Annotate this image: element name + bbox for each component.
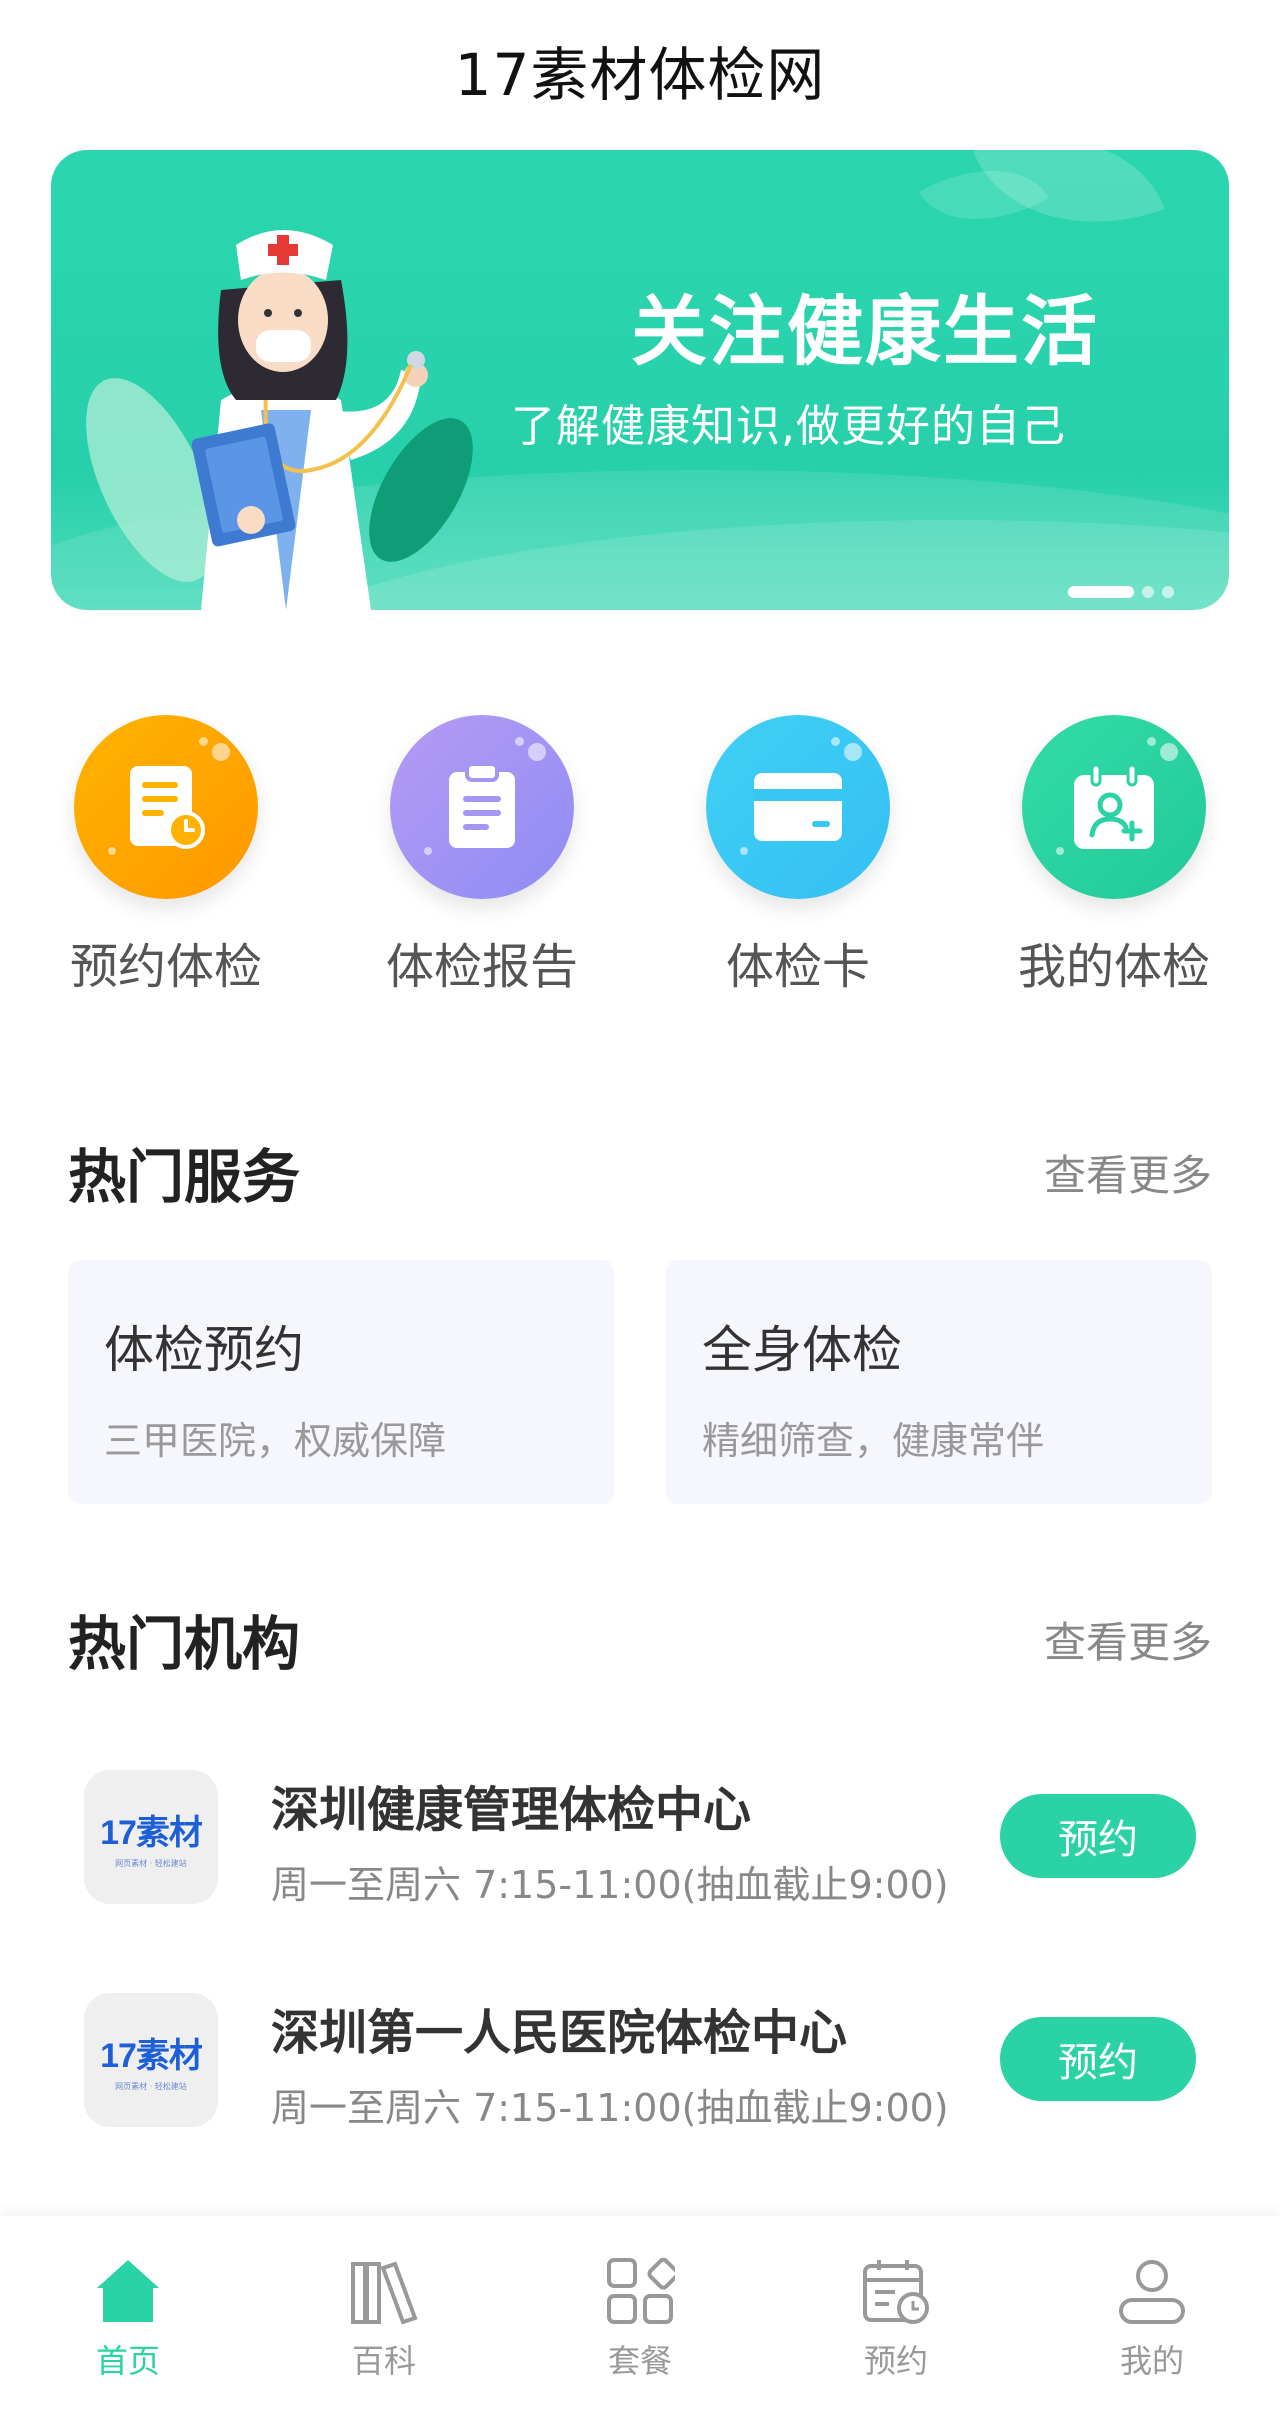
service-card-subtitle: 精细筛查，健康常伴 (702, 1419, 1045, 1463)
quick-action-circle (706, 715, 890, 899)
tab-label: 预约 (863, 2342, 928, 2380)
hot-orgs-header: 热门机构 查看更多 (68, 1597, 1212, 1681)
card-icon (754, 773, 842, 841)
tab-appointment[interactable]: 预约 (816, 2256, 976, 2382)
quick-action-circle (390, 715, 574, 899)
appointment-document-icon (130, 766, 205, 849)
service-card-title: 全身体检 (702, 1321, 902, 1379)
section-title: 热门机构 (68, 1610, 301, 1678)
banner-title: 关注健康生活 (631, 287, 1099, 376)
quick-actions: 预约体检 体检报告 体检卡 我的体检 (0, 715, 1280, 1015)
service-card-title: 体检预约 (104, 1321, 304, 1379)
section-title: 热门服务 (68, 1143, 301, 1211)
view-more-link[interactable]: 查看更多 (1044, 1609, 1212, 1670)
quick-action-label: 体检卡 (725, 939, 870, 995)
user-icon (1119, 2260, 1185, 2324)
quick-action-label: 我的体检 (1017, 939, 1210, 995)
hot-services-header: 热门服务 查看更多 (68, 1130, 1212, 1214)
list-item[interactable]: 17素材 网页素材 · 轻松建站 深圳第一人民医院体检中心 周一至周六 7:15… (84, 1993, 1196, 2130)
book-button[interactable]: 预约 (1000, 1794, 1196, 1878)
service-card-subtitle: 三甲医院，权威保障 (104, 1419, 447, 1463)
quick-action-my-checkup[interactable]: 我的体检 (1004, 715, 1224, 997)
page-title: 17素材体检网 (454, 41, 826, 109)
tab-label: 百科 (351, 2342, 416, 2380)
grid-icon (607, 2257, 675, 2324)
carousel-indicator[interactable] (1068, 586, 1174, 598)
tab-packages[interactable]: 套餐 (560, 2256, 720, 2382)
org-logo-tag: 网页素材 · 轻松建站 (115, 1859, 187, 1868)
quick-action-card[interactable]: 体检卡 (688, 715, 908, 997)
org-logo-tag: 网页素材 · 轻松建站 (115, 2082, 187, 2091)
tab-label: 首页 (95, 2342, 160, 2380)
org-hours: 周一至周六 7:15-11:00(抽血截止9:00) (271, 2086, 949, 2130)
org-logo-text: 17素材 (100, 2037, 203, 2075)
header: 17素材体检网 (0, 0, 1280, 140)
carousel-dot[interactable] (1162, 586, 1174, 598)
banner-subtitle: 了解健康知识,做更好的自己 (511, 401, 1066, 452)
service-card-appointment[interactable]: 体检预约 三甲医院，权威保障 (68, 1260, 614, 1504)
tab-encyclopedia[interactable]: 百科 (304, 2256, 464, 2382)
org-logo-text: 17素材 (100, 1814, 203, 1852)
org-logo: 17素材 网页素材 · 轻松建站 (84, 1993, 218, 2127)
carousel-dot-active[interactable] (1068, 586, 1134, 598)
quick-action-label: 体检报告 (385, 939, 578, 995)
quick-action-appointment[interactable]: 预约体检 (56, 715, 276, 997)
tab-home[interactable]: 首页 (48, 2256, 208, 2382)
carousel-dot[interactable] (1142, 586, 1154, 598)
quick-action-label: 预约体检 (69, 939, 262, 995)
home-icon (97, 2260, 159, 2322)
quick-action-circle (1022, 715, 1206, 899)
books-icon (351, 2261, 418, 2325)
org-logo: 17素材 网页素材 · 轻松建站 (84, 1770, 218, 1904)
org-name: 深圳第一人民医院体检中心 (271, 2005, 848, 2061)
service-card-full-body[interactable]: 全身体检 精细筛查，健康常伴 (666, 1260, 1212, 1504)
bottom-tabbar: 首页 百科 套餐 预约 我的 (0, 2216, 1280, 2413)
view-more-link[interactable]: 查看更多 (1044, 1142, 1212, 1203)
doctor-illustration (86, 230, 473, 610)
quick-action-report[interactable]: 体检报告 (372, 715, 592, 997)
quick-action-circle (74, 715, 258, 899)
list-item[interactable]: 17素材 网页素材 · 轻松建站 深圳健康管理体检中心 周一至周六 7:15-1… (84, 1770, 1196, 1907)
calendar-clock-icon (863, 2260, 929, 2324)
clipboard-report-icon (449, 762, 515, 848)
org-name: 深圳健康管理体检中心 (271, 1782, 752, 1838)
calendar-user-icon (1074, 763, 1154, 849)
tab-label: 套餐 (607, 2342, 672, 2380)
book-button[interactable]: 预约 (1000, 2017, 1196, 2101)
banner[interactable]: 关注健康生活 了解健康知识,做更好的自己 (51, 150, 1229, 610)
tab-label: 我的 (1119, 2342, 1184, 2380)
org-hours: 周一至周六 7:15-11:00(抽血截止9:00) (271, 1863, 949, 1907)
tab-profile[interactable]: 我的 (1072, 2256, 1232, 2382)
